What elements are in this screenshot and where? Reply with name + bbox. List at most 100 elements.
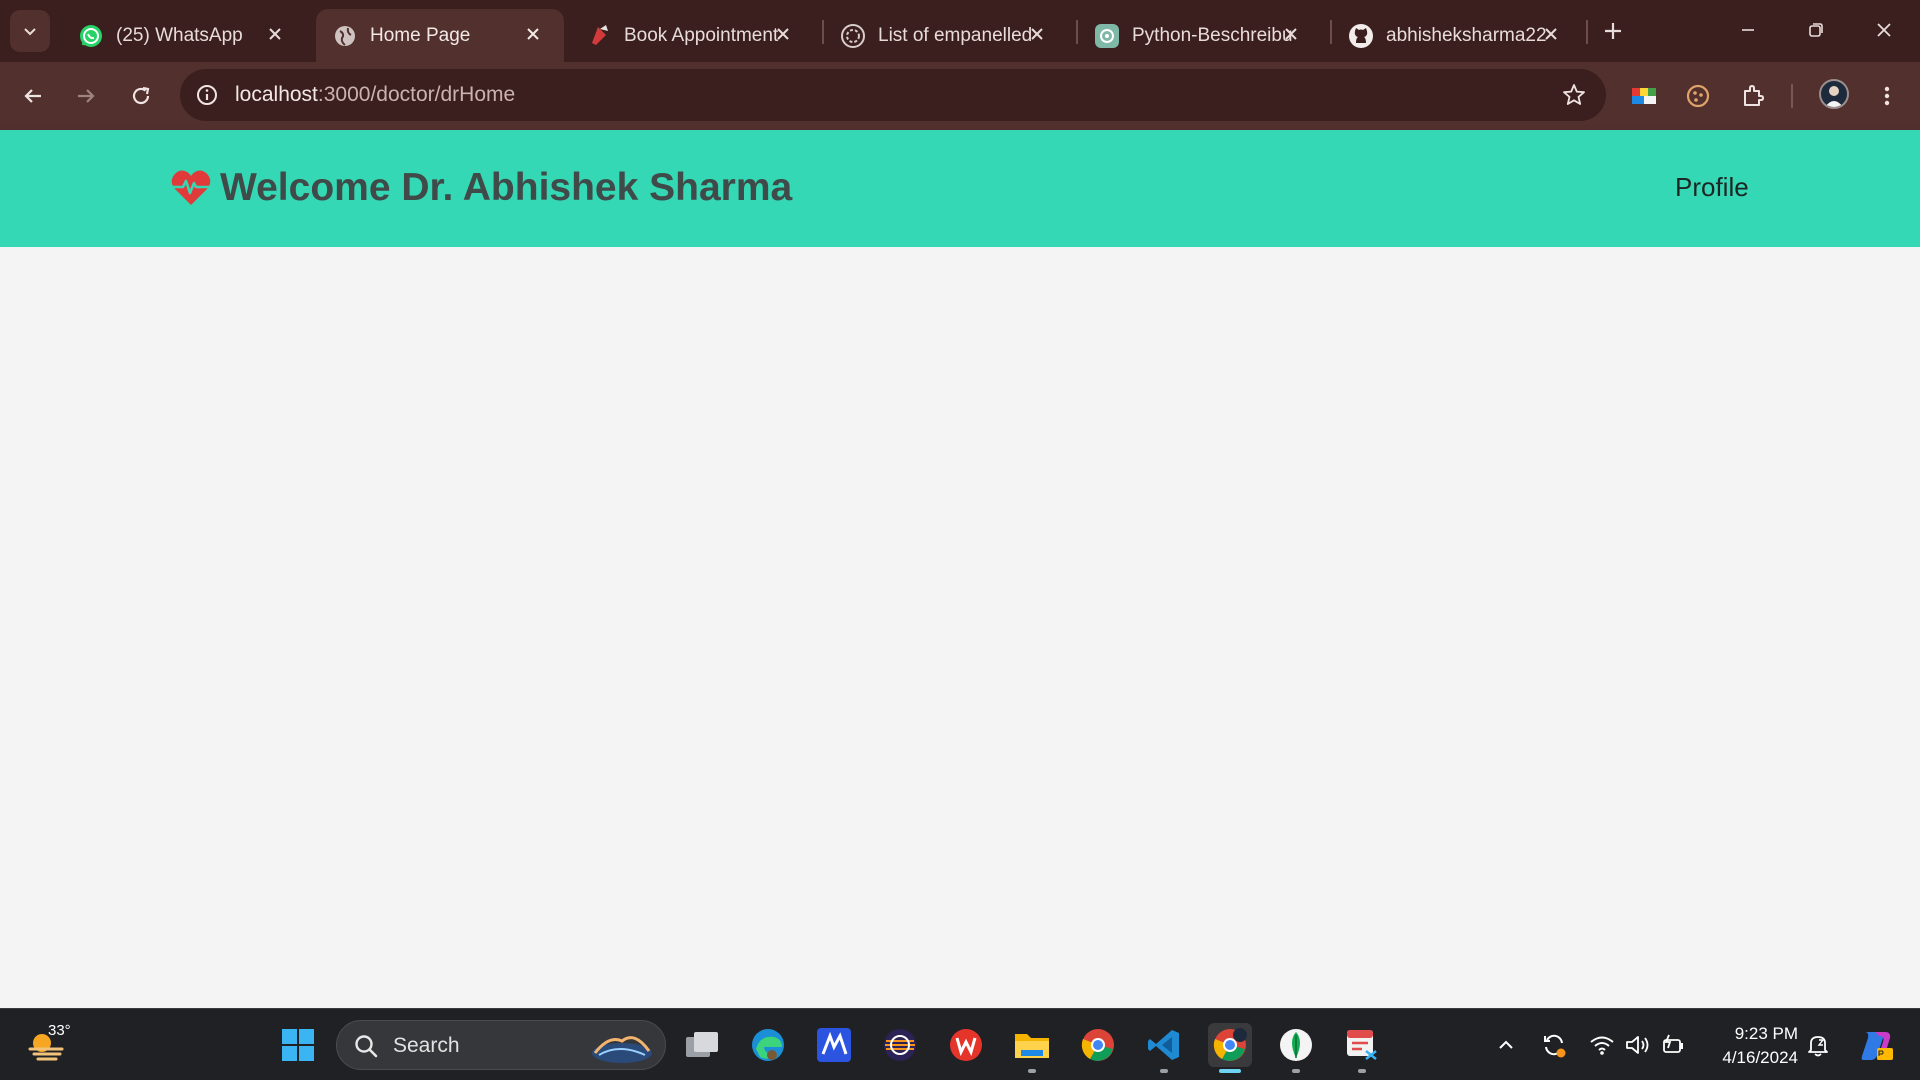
- tab-title: Home Page: [370, 24, 471, 46]
- volume-icon: [1626, 1036, 1649, 1054]
- tab-search-button[interactable]: [10, 10, 50, 52]
- globe-icon: [332, 23, 358, 49]
- tab-home-page[interactable]: Home Page: [316, 9, 564, 62]
- close-window-button[interactable]: [1856, 10, 1912, 50]
- forward-button[interactable]: [68, 78, 104, 114]
- tab-separator: [1586, 20, 1588, 44]
- arrow-right-icon: [78, 89, 95, 103]
- clock-time: 9:23 PM: [1734, 1024, 1798, 1043]
- tray-sync[interactable]: [1540, 1031, 1568, 1059]
- bell-snooze-icon: [1808, 1036, 1828, 1057]
- nav-profile-link[interactable]: Profile: [1675, 172, 1749, 203]
- windows-taskbar: 33° Search 9:23 PM 4/16/2024: [0, 1008, 1920, 1080]
- taskbar-chrome[interactable]: [1076, 1023, 1120, 1067]
- taskbar-mongodb-compass[interactable]: [1274, 1023, 1318, 1073]
- url-text[interactable]: localhost:3000/doctor/drHome: [235, 83, 515, 107]
- system-clock[interactable]: 9:23 PM 4/16/2024: [1700, 1022, 1798, 1070]
- ma-app-icon: [817, 1028, 851, 1062]
- page-main: [0, 247, 1920, 1008]
- site-header: Welcome Dr. Abhishek Sharma Profile: [0, 130, 1920, 247]
- chevron-up-icon: [1499, 1040, 1513, 1049]
- whatsapp-icon: [78, 23, 104, 49]
- vscode-icon: [1148, 1030, 1179, 1060]
- running-indicator: [1358, 1069, 1366, 1073]
- start-button[interactable]: [276, 1023, 320, 1067]
- plus-icon: [1605, 23, 1621, 39]
- search-icon: [355, 1035, 378, 1058]
- color-extension-icon[interactable]: [1628, 80, 1660, 112]
- tab-book-appointment[interactable]: Book Appointment: [570, 9, 814, 62]
- taskbar-app-ma[interactable]: [812, 1023, 856, 1067]
- cookie-extension-icon[interactable]: [1682, 80, 1714, 112]
- show-hidden-icons-button[interactable]: [1492, 1031, 1520, 1059]
- copilot-icon: [1861, 1032, 1893, 1060]
- new-tab-button[interactable]: [1598, 16, 1628, 46]
- reload-icon: [132, 86, 150, 105]
- windows-logo-icon: [282, 1029, 314, 1061]
- close-tab-icon[interactable]: [522, 23, 544, 45]
- bookmark-star-icon[interactable]: [1560, 81, 1588, 109]
- close-tab-icon[interactable]: [772, 23, 794, 45]
- tab-python-beschreibung[interactable]: Python-Beschreibung: [1078, 9, 1322, 62]
- search-highlight-icon: [592, 1036, 652, 1063]
- copilot-button[interactable]: [1856, 1025, 1896, 1065]
- tab-whatsapp[interactable]: (25) WhatsApp: [62, 9, 306, 62]
- book-appointment-icon: [586, 23, 612, 49]
- notifications-button[interactable]: [1804, 1031, 1832, 1059]
- tab-list-empanelled[interactable]: List of empanelled: [824, 9, 1068, 62]
- mongodb-leaf-icon: [1280, 1029, 1312, 1061]
- close-tab-icon[interactable]: [1540, 23, 1562, 45]
- task-view-icon: [686, 1032, 718, 1057]
- back-button[interactable]: [15, 78, 51, 114]
- minimize-button[interactable]: [1720, 10, 1776, 50]
- browser-menu-button[interactable]: [1869, 78, 1905, 114]
- close-tab-icon[interactable]: [264, 23, 286, 45]
- wps-office-icon: [950, 1029, 982, 1061]
- search-label: Search: [393, 1034, 460, 1057]
- chevron-down-icon: [24, 28, 36, 36]
- list-empanelled-icon: [840, 23, 866, 49]
- heartbeat-icon: [171, 170, 211, 205]
- tab-title: Python-Beschreibung: [1132, 24, 1292, 46]
- taskbar-eclipse[interactable]: [878, 1023, 922, 1067]
- tray-volume[interactable]: [1624, 1031, 1652, 1059]
- tray-wifi[interactable]: [1588, 1031, 1616, 1059]
- minimize-icon: [1742, 29, 1754, 31]
- address-bar[interactable]: localhost:3000/doctor/drHome: [180, 69, 1606, 121]
- arrow-left-icon: [24, 89, 41, 103]
- running-indicator: [1160, 1069, 1168, 1073]
- taskbar-vscode[interactable]: [1142, 1023, 1186, 1073]
- folder-icon: [1015, 1034, 1049, 1058]
- restore-button[interactable]: [1788, 10, 1844, 50]
- browser-toolbar: localhost:3000/doctor/drHome: [0, 62, 1920, 130]
- weather-temperature: 33°: [48, 1022, 71, 1039]
- site-info-icon[interactable]: [194, 82, 220, 108]
- battery-charging-icon: [1663, 1034, 1683, 1053]
- taskbar-snipping-tool[interactable]: [1340, 1023, 1384, 1073]
- reload-button[interactable]: [123, 78, 159, 114]
- close-icon: [1877, 23, 1891, 37]
- chatgpt-icon: [1094, 23, 1120, 49]
- taskbar-search[interactable]: Search: [336, 1020, 666, 1070]
- wifi-icon: [1590, 1036, 1614, 1055]
- taskbar-chrome-profile[interactable]: [1208, 1023, 1252, 1073]
- close-tab-icon[interactable]: [1026, 23, 1048, 45]
- page-title: Welcome Dr. Abhishek Sharma: [220, 166, 793, 209]
- url-path: :3000/doctor/drHome: [317, 83, 516, 106]
- taskbar-edge[interactable]: [746, 1023, 790, 1067]
- extensions-puzzle-icon[interactable]: [1737, 80, 1769, 112]
- browser-tab-strip: (25) WhatsApp Home Page Book Appointment…: [0, 0, 1920, 62]
- running-indicator: [1292, 1069, 1300, 1073]
- close-tab-icon[interactable]: [1280, 23, 1302, 45]
- tray-battery[interactable]: [1660, 1031, 1688, 1059]
- task-view-button[interactable]: [680, 1023, 724, 1067]
- taskbar-file-explorer[interactable]: [1010, 1023, 1054, 1073]
- tab-title: List of empanelled: [878, 24, 1033, 46]
- profile-avatar[interactable]: [1819, 79, 1849, 109]
- taskbar-wps-office[interactable]: [944, 1023, 988, 1067]
- restore-icon: [1809, 23, 1823, 37]
- tab-github[interactable]: abhisheksharma22: [1332, 9, 1582, 62]
- active-window-indicator: [1219, 1069, 1241, 1073]
- url-host: localhost: [235, 83, 318, 106]
- tab-title: abhisheksharma22: [1386, 24, 1546, 46]
